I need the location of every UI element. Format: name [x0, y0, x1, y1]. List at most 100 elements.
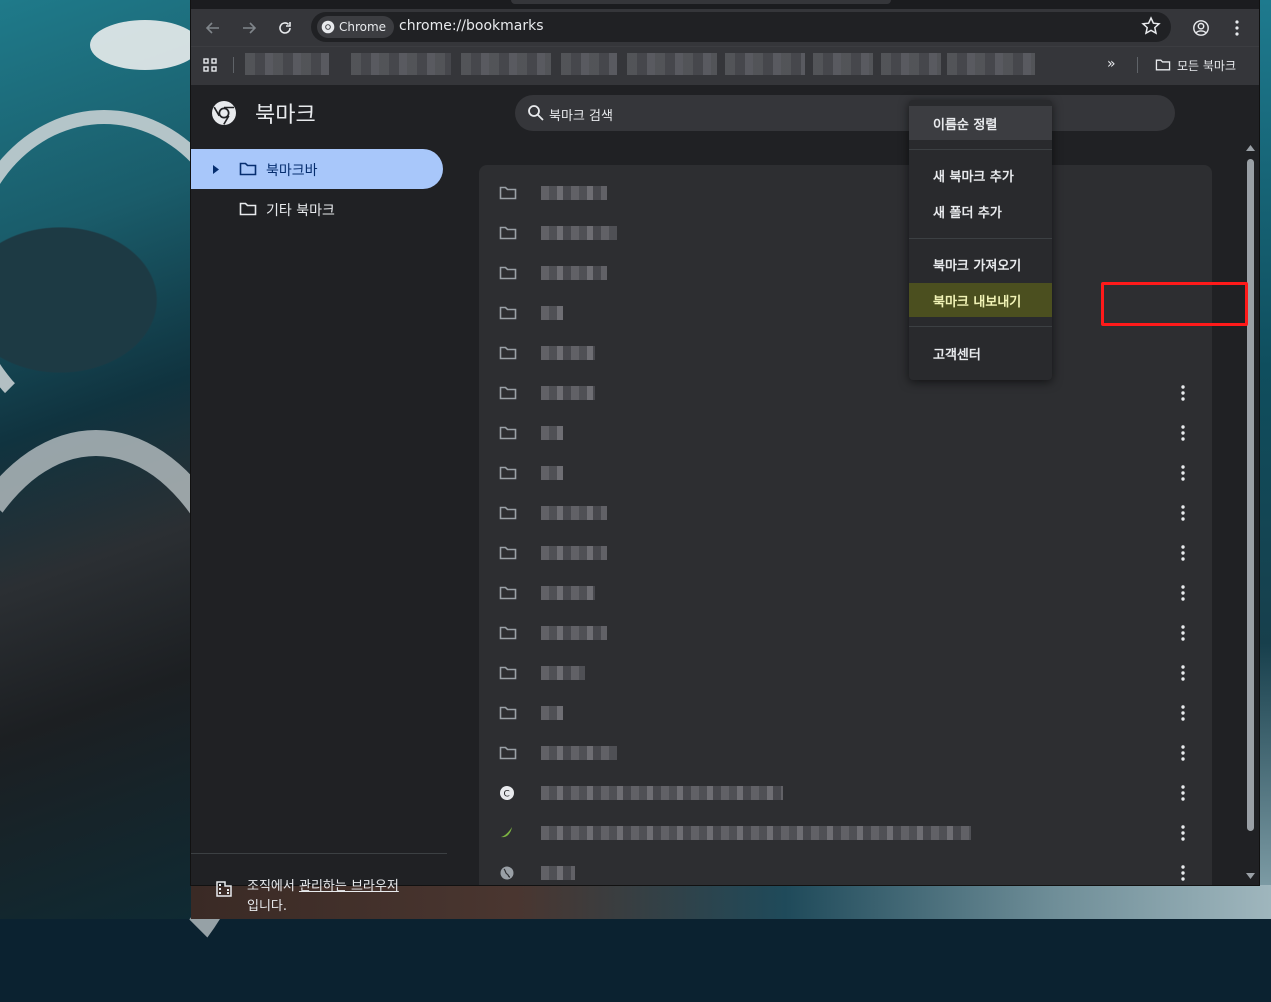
folder-icon — [499, 265, 517, 281]
row-more-actions-button[interactable] — [1171, 743, 1195, 763]
menu-item-export-bookmarks[interactable]: 북마크 내보내기 — [909, 283, 1052, 317]
bookmarks-bar: » 모든 북마크 — [191, 46, 1259, 85]
managed-notice-suffix: 입니다. — [247, 899, 288, 914]
bookmark-row[interactable] — [479, 853, 1212, 885]
expand-arrow-icon[interactable] — [213, 165, 219, 174]
row-more-actions-button[interactable] — [1171, 703, 1195, 723]
bookmark-row[interactable] — [479, 493, 1212, 533]
scrollbar-thumb[interactable] — [1247, 159, 1254, 831]
bookmark-item[interactable] — [351, 53, 451, 75]
redacted-bookmark-title — [541, 826, 971, 840]
row-more-actions-button[interactable] — [1171, 783, 1195, 803]
folder-icon — [239, 162, 257, 176]
menu-item-import-bookmarks[interactable]: 북마크 가져오기 — [909, 247, 1052, 281]
bookmark-item[interactable] — [947, 53, 1035, 75]
url-text[interactable]: chrome://bookmarks — [399, 18, 543, 34]
redacted-bookmark-title — [541, 346, 595, 360]
bookmark-row[interactable] — [479, 373, 1212, 413]
bookmark-row[interactable] — [479, 653, 1212, 693]
folder-icon — [1155, 59, 1171, 71]
all-bookmarks-label: 모든 북마크 — [1177, 58, 1237, 73]
menu-item-add-folder[interactable]: 새 폴더 추가 — [909, 194, 1052, 228]
sidebar: 북마크바 기타 북마크 조직에서 관리하는 브라우저 입니다. — [191, 143, 447, 914]
all-bookmarks-button[interactable]: 모든 북마크 — [1155, 54, 1236, 76]
site-favicon-icon — [499, 825, 517, 841]
bookmark-row[interactable] — [479, 173, 1212, 213]
folder-icon — [499, 745, 517, 761]
bookmark-row[interactable] — [479, 333, 1212, 373]
menu-item-sort-by-name[interactable]: 이름순 정렬 — [909, 106, 1052, 140]
bookmark-item[interactable] — [561, 53, 617, 75]
menu-item-add-bookmark[interactable]: 새 북마크 추가 — [909, 158, 1052, 192]
sidebar-item-bookmarks-bar[interactable]: 북마크바 — [191, 149, 443, 189]
redacted-bookmark-title — [541, 426, 563, 440]
bookmark-row[interactable] — [479, 533, 1212, 573]
row-more-actions-button[interactable] — [1171, 503, 1195, 523]
menu-item-help-center[interactable]: 고객센터 — [909, 336, 1052, 370]
redacted-bookmark-title — [541, 266, 607, 280]
profile-button[interactable] — [1187, 14, 1215, 42]
row-more-actions-button[interactable] — [1171, 823, 1195, 843]
apps-grid-icon[interactable] — [203, 57, 217, 76]
site-favicon-icon: C — [499, 785, 517, 801]
folder-icon — [499, 385, 517, 401]
row-more-actions-button[interactable] — [1171, 583, 1195, 603]
forward-button[interactable] — [235, 14, 263, 42]
bookmark-row[interactable] — [479, 693, 1212, 733]
site-chip[interactable]: Chrome — [317, 16, 395, 38]
reload-button[interactable] — [271, 14, 299, 42]
profile-icon — [1193, 20, 1209, 36]
bookmark-row[interactable]: C — [479, 773, 1212, 813]
kebab-menu-icon — [1235, 20, 1239, 36]
bookmark-item[interactable] — [627, 53, 717, 75]
search-bar[interactable]: 북마크 검색 — [515, 95, 1175, 131]
bookmark-row[interactable] — [479, 213, 1212, 253]
back-button[interactable] — [199, 14, 227, 42]
folder-icon — [499, 625, 517, 641]
bookmark-row[interactable] — [479, 573, 1212, 613]
bookmark-row[interactable] — [479, 453, 1212, 493]
row-more-actions-button[interactable] — [1171, 463, 1195, 483]
active-tab[interactable] — [511, 0, 891, 4]
folder-icon — [499, 305, 517, 321]
row-more-actions-button[interactable] — [1171, 623, 1195, 643]
scroll-up-arrow-icon[interactable] — [1246, 145, 1255, 151]
redacted-bookmark-title — [541, 626, 607, 640]
chevron-overflow-icon[interactable]: » — [1107, 56, 1116, 72]
bookmark-item[interactable] — [245, 53, 329, 75]
svg-text:C: C — [504, 790, 510, 800]
bookmark-item[interactable] — [881, 53, 941, 75]
bookmark-row[interactable] — [479, 613, 1212, 653]
row-more-actions-button[interactable] — [1171, 383, 1195, 403]
row-more-actions-button[interactable] — [1171, 423, 1195, 443]
bookmark-item[interactable] — [813, 53, 873, 75]
scrollbar[interactable] — [1244, 143, 1257, 885]
sidebar-item-other-bookmarks[interactable]: 기타 북마크 — [191, 189, 443, 229]
bookmark-item[interactable] — [461, 53, 551, 75]
page-title: 북마크 — [255, 103, 316, 128]
desktop-wallpaper-right — [1259, 0, 1271, 919]
site-chip-label: Chrome — [339, 20, 387, 34]
redacted-bookmark-title — [541, 306, 563, 320]
scroll-down-arrow-icon[interactable] — [1246, 873, 1255, 879]
folder-icon — [499, 465, 517, 481]
bookmark-item[interactable] — [725, 53, 805, 75]
globe-icon — [499, 865, 517, 881]
redacted-bookmark-title — [541, 786, 783, 800]
redacted-bookmark-title — [541, 746, 617, 760]
chrome-logo-icon — [212, 101, 236, 125]
row-more-actions-button[interactable] — [1171, 663, 1195, 683]
browser-menu-button[interactable] — [1223, 14, 1251, 42]
bookmark-star-button[interactable] — [1141, 16, 1161, 40]
address-bar[interactable]: Chrome chrome://bookmarks — [311, 12, 1171, 42]
row-more-actions-button[interactable] — [1171, 863, 1195, 883]
redacted-bookmark-title — [541, 226, 617, 240]
desktop-wallpaper-left — [0, 0, 272, 1002]
bookmark-row[interactable] — [479, 413, 1212, 453]
search-input[interactable]: 북마크 검색 — [549, 105, 613, 124]
row-more-actions-button[interactable] — [1171, 543, 1195, 563]
bookmark-row[interactable] — [479, 813, 1212, 853]
redacted-bookmark-title — [541, 706, 563, 720]
bookmark-row[interactable] — [479, 733, 1212, 773]
managed-browser-link[interactable]: 관리하는 브라우저 — [299, 879, 399, 894]
